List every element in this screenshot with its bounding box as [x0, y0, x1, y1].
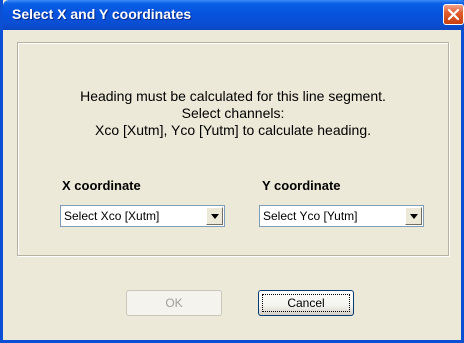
y-dropdown-button[interactable]	[405, 207, 422, 225]
close-icon	[447, 8, 460, 21]
x-coordinate-select[interactable]: Select Xco [Xutm]	[60, 205, 225, 227]
message-line-1: Heading must be calculated for this line…	[80, 88, 386, 104]
x-coordinate-value: Select Xco [Xutm]	[64, 209, 160, 223]
cancel-button[interactable]: Cancel	[258, 290, 354, 316]
dialog-window: Select X and Y coordinates Heading must …	[0, 0, 464, 343]
y-coordinate-select[interactable]: Select Yco [Yutm]	[259, 205, 424, 227]
x-dropdown-button[interactable]	[206, 207, 223, 225]
focus-rectangle	[262, 294, 350, 312]
chevron-down-icon	[410, 214, 418, 219]
y-coordinate-value: Select Yco [Yutm]	[263, 209, 358, 223]
ok-button-label: OK	[165, 296, 183, 310]
y-coordinate-label: Y coordinate	[262, 178, 341, 193]
ok-button[interactable]: OK	[126, 290, 222, 316]
chevron-down-icon	[211, 214, 219, 219]
message-line-2: Select channels:	[181, 105, 285, 121]
title-bar[interactable]: Select X and Y coordinates	[3, 0, 464, 30]
close-button[interactable]	[443, 4, 464, 25]
message-line-3: Xco [Xutm], Yco [Yutm] to calculate head…	[94, 122, 371, 138]
instruction-message: Heading must be calculated for this line…	[17, 88, 449, 139]
x-coordinate-label: X coordinate	[62, 178, 141, 193]
dialog-title: Select X and Y coordinates	[12, 6, 192, 22]
